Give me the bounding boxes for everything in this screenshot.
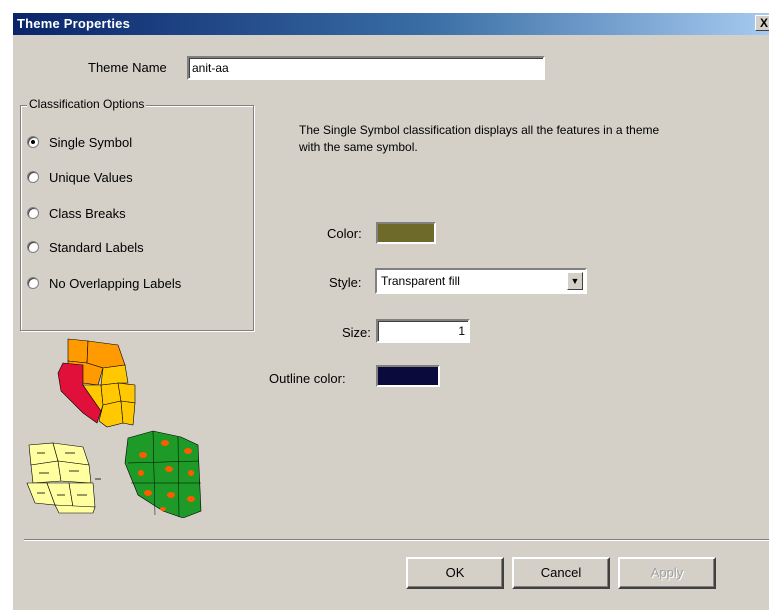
- radio-label: Standard Labels: [49, 239, 144, 255]
- radio-label: Unique Values: [49, 169, 133, 185]
- unique-values-map: [57, 338, 136, 428]
- radio-button[interactable]: [27, 277, 39, 289]
- radio-no-overlapping-labels[interactable]: No Overlapping Labels: [27, 274, 181, 292]
- classification-preview-maps: [26, 338, 202, 518]
- dropdown-arrow-icon[interactable]: ▼: [567, 272, 583, 290]
- ok-button[interactable]: OK: [406, 557, 504, 589]
- standard-labels-map: [26, 442, 101, 514]
- theme-name-label: Theme Name: [88, 60, 167, 75]
- radio-button[interactable]: [27, 171, 39, 183]
- style-label: Style:: [329, 275, 362, 290]
- color-label: Color:: [327, 226, 362, 241]
- dialog-title: Theme Properties: [17, 16, 131, 31]
- close-button[interactable]: X: [755, 15, 769, 31]
- style-selected-value: Transparent fill: [381, 274, 460, 288]
- title-bar[interactable]: Theme Properties X: [13, 13, 769, 35]
- radio-button[interactable]: [27, 207, 39, 219]
- radio-unique-values[interactable]: Unique Values: [27, 168, 133, 186]
- radio-label: Single Symbol: [49, 134, 133, 150]
- outline-color-label: Outline color:: [269, 371, 346, 386]
- outline-color-swatch-button[interactable]: [376, 365, 440, 387]
- size-input[interactable]: [376, 319, 470, 343]
- radio-standard-labels[interactable]: Standard Labels: [27, 238, 144, 256]
- description-line: The Single Symbol classification display…: [299, 123, 660, 137]
- class-breaks-map: [124, 430, 202, 518]
- classification-options-group: Classification Options Single Symbol Uni…: [20, 97, 254, 331]
- apply-button[interactable]: Apply: [618, 557, 716, 589]
- radio-label: No Overlapping Labels: [49, 275, 182, 291]
- theme-properties-dialog: Theme Properties X Theme Name Classifica…: [13, 13, 769, 610]
- classification-description: The Single Symbol classification display…: [299, 122, 659, 156]
- theme-name-input[interactable]: [187, 56, 545, 80]
- classification-options-legend: Classification Options: [27, 97, 147, 111]
- style-select[interactable]: Transparent fill ▼: [375, 268, 587, 294]
- cancel-button[interactable]: Cancel: [512, 557, 610, 589]
- close-icon: X: [759, 16, 768, 30]
- color-swatch-button[interactable]: [376, 222, 436, 244]
- radio-single-symbol[interactable]: Single Symbol: [27, 133, 132, 151]
- radio-class-breaks[interactable]: Class Breaks: [27, 204, 126, 222]
- description-line: with the same symbol.: [299, 140, 418, 154]
- radio-button[interactable]: [27, 241, 39, 253]
- radio-button-checked[interactable]: [27, 136, 39, 148]
- button-separator: [24, 539, 769, 541]
- size-label: Size:: [342, 325, 371, 340]
- radio-label: Class Breaks: [49, 205, 126, 221]
